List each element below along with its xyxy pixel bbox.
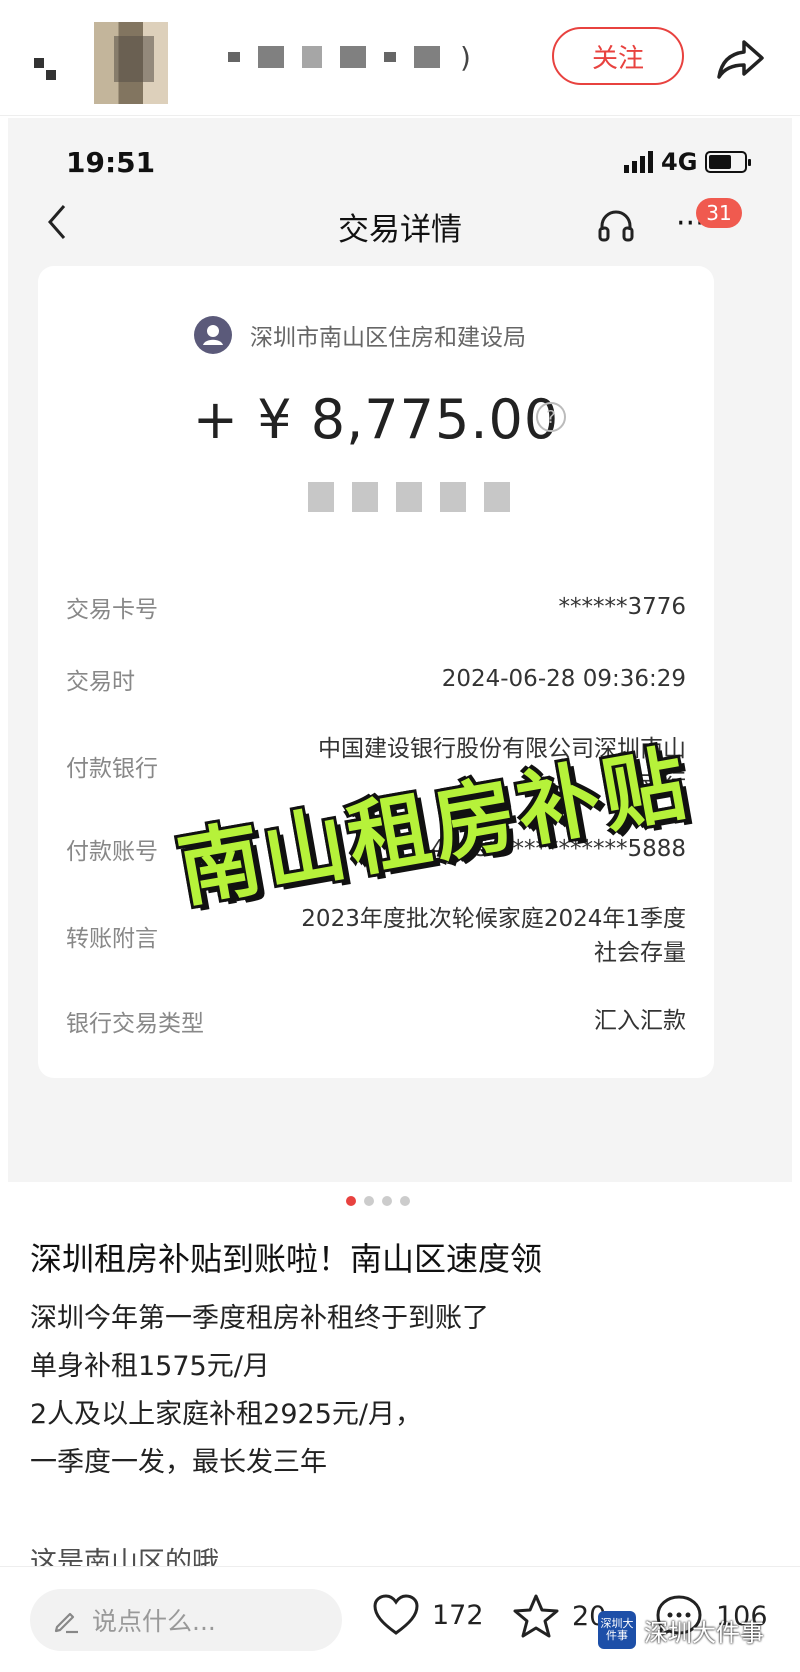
back-icon[interactable]: [34, 58, 58, 82]
top-bar: ) 关注: [0, 0, 800, 116]
detail-row-time: 交易时 2024-06-28 09:36:29: [66, 662, 686, 696]
page-title: 交易详情: [338, 212, 462, 248]
username-pixel: [228, 52, 240, 62]
transaction-amount: + ¥ 8,775.00: [192, 388, 560, 451]
comment-input[interactable]: 说点什么...: [30, 1589, 342, 1651]
blur-pixel: [484, 482, 510, 512]
detail-value: ******3776: [558, 594, 686, 620]
pager-dot: [400, 1196, 410, 1206]
network-label: 4G: [661, 148, 698, 176]
blurred-text: [308, 482, 510, 512]
like-count: 172: [432, 1599, 484, 1631]
post-body-line: 深圳今年第一季度租房补租终于到账了: [30, 1303, 489, 1334]
username-pixel: [302, 46, 322, 68]
detail-value: 2023年度批次轮候家庭2024年1季度社会存量: [301, 906, 686, 966]
blur-pixel: [308, 482, 334, 512]
heart-icon: [373, 1594, 419, 1635]
signal-icon: [624, 151, 653, 173]
transaction-card: 深圳市南山区住房和建设局 + ¥ 8,775.00 ? 交易卡号 ******3…: [38, 266, 714, 1078]
help-icon: ?: [536, 402, 566, 432]
avatar[interactable]: [94, 22, 168, 104]
post-body-line: 单身补租1575元/月: [30, 1351, 270, 1382]
image-pager: [346, 1196, 410, 1206]
comment-placeholder: 说点什么...: [92, 1607, 216, 1636]
blur-pixel: [396, 482, 422, 512]
blur-pixel: [440, 482, 466, 512]
favorite-button[interactable]: 20: [512, 1593, 606, 1639]
detail-key: 交易时: [66, 669, 135, 695]
follow-button[interactable]: 关注: [552, 27, 684, 85]
status-indicators: 4G: [624, 148, 752, 176]
post-title: 深圳租房补贴到账啦！南山区速度领: [30, 1240, 543, 1278]
pager-dot: [382, 1196, 392, 1206]
notification-badge: 31: [696, 198, 742, 228]
username-pixel: [340, 46, 366, 68]
detail-key: 付款账号: [66, 839, 158, 865]
payer-avatar-icon: [194, 316, 232, 354]
detail-value: 2024-06-28 09:36:29: [441, 666, 686, 692]
post-image[interactable]: 19:51 4G 交易详情 ··· 31 深圳市南山区住房和建设局 + ¥ 8,…: [8, 118, 792, 1182]
username[interactable]: ): [228, 40, 471, 74]
watermark-logo: 深圳大件事: [598, 1611, 636, 1649]
detail-key: 转账附言: [66, 926, 158, 952]
pager-dot-active: [346, 1196, 356, 1206]
star-icon: [513, 1594, 559, 1638]
post-body-line: 2人及以上家庭补租2925元/月，: [30, 1399, 422, 1430]
detail-key: 付款银行: [66, 756, 158, 782]
payer-name: 深圳市南山区住房和建设局: [250, 325, 526, 351]
detail-value: 汇入汇款: [594, 1008, 686, 1034]
watermark-text: 深圳大件事: [644, 1618, 764, 1647]
detail-row-card-number: 交易卡号 ******3776: [66, 590, 686, 624]
detail-key: 银行交易类型: [66, 1011, 204, 1037]
watermark: 深圳大件事 深圳大件事: [598, 1611, 764, 1649]
detail-row-type: 银行交易类型 汇入汇款: [66, 1004, 686, 1038]
bottom-bar: 说点什么... 172 20 106 深圳大件事 深圳大件事: [0, 1566, 800, 1672]
headset-icon: [598, 210, 634, 242]
username-pixel: [384, 52, 396, 62]
payer: 深圳市南山区住房和建设局: [194, 316, 526, 354]
username-pixel: [258, 46, 284, 68]
detail-key: 交易卡号: [66, 597, 158, 623]
share-icon[interactable]: [714, 32, 766, 84]
like-button[interactable]: 172: [372, 1593, 484, 1637]
detail-row-remark: 转账附言 2023年度批次轮候家庭2024年1季度社会存量: [66, 902, 686, 970]
status-time: 19:51: [66, 146, 156, 179]
blur-pixel: [352, 482, 378, 512]
pencil-icon: [54, 1612, 78, 1634]
battery-icon: [705, 151, 752, 173]
username-pixel: [414, 46, 440, 68]
post-body-line: 一季度一发，最长发三年: [30, 1447, 327, 1478]
pager-dot: [364, 1196, 374, 1206]
username-suffix: ): [460, 40, 471, 74]
